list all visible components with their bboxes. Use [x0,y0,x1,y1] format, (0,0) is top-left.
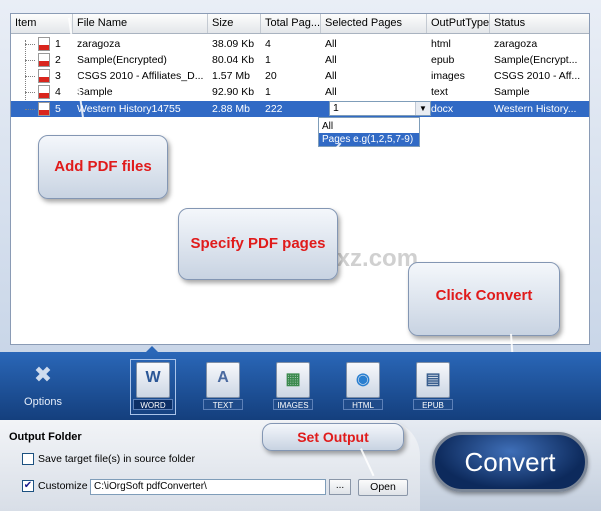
word-icon: W [136,362,170,398]
column-header-selected-pages[interactable]: Selected Pages [321,14,427,33]
row-selected-pages[interactable]: All [321,36,427,52]
row-status: Western History... [494,103,577,115]
row-file-name: Sample(Encrypted) [77,54,167,66]
tree-branch [25,109,35,110]
row-size: 80.04 Kb [212,54,255,66]
convert-button[interactable]: Convert [432,432,588,492]
table-row-selected[interactable]: 5 Western History14755 2.88 Mb 222 1 ▼ d… [11,101,589,117]
column-header-output-type[interactable]: OutPutType [427,14,490,33]
format-label: EPUB [413,399,453,410]
options-label: Options [24,396,62,408]
format-label: IMAGES [273,399,313,410]
column-header-status[interactable]: Status [490,14,589,33]
format-images-button[interactable]: ▦ IMAGES [273,362,313,412]
row-item-number: 1 [55,38,61,50]
row-file-name: zaragoza [77,38,121,50]
row-status: Sample(Encrypt... [494,54,578,66]
format-html-button[interactable]: ◉ HTML [343,362,383,412]
row-status: zaragoza [494,38,538,50]
save-source-checkbox[interactable] [22,453,34,465]
row-selected-pages[interactable]: All [321,68,427,84]
callout-set-output: Set Output [262,423,404,451]
row-output-type: docx [431,103,454,115]
tree-branch [25,60,35,61]
row-total-pages: 1 [265,86,271,98]
row-file-name: CSGS 2010 - Affiliates_D... [77,70,204,82]
table-row[interactable]: 3 CSGS 2010 - Affiliates_D... 1.57 Mb 20… [11,68,589,84]
html-globe-icon: ◉ [346,362,380,398]
callout-text: Set Output [297,429,369,445]
selected-pages-dropdown[interactable]: All Pages e.g(1,2,5,7-9) [318,117,420,147]
open-folder-button[interactable]: Open [358,479,408,496]
tools-icon: ✖ [33,362,53,387]
row-item-number: 3 [55,70,61,82]
callout-specify-pdf-pages: Specify PDF pages [178,208,338,280]
callout-text: Add PDF files [54,158,152,175]
tree-branch [25,44,35,45]
format-epub-button[interactable]: ▤ EPUB [413,362,453,412]
table-row[interactable]: 1 zaragoza 38.09 Kb 4 All html zaragoza [11,36,589,52]
pdf-file-icon [38,69,50,83]
tree-branch [25,76,35,77]
column-header-item[interactable]: Item [11,14,73,33]
options-button[interactable]: ✖ Options [20,360,66,412]
dropdown-option-all[interactable]: All [319,120,419,133]
pdf-file-icon [38,53,50,67]
customize-checkbox[interactable]: ✔ [22,480,34,492]
save-source-label: Save target file(s) in source folder [38,453,195,465]
epub-icon: ▤ [416,362,450,398]
row-output-type: images [431,70,465,82]
callout-add-pdf-files: Add PDF files [38,135,168,199]
row-size: 38.09 Kb [212,38,255,50]
format-label: HTML [343,399,383,410]
pdf-file-icon [38,37,50,51]
row-item-number: 2 [55,54,61,66]
row-status: CSGS 2010 - Aff... [494,70,581,82]
browse-button[interactable]: ... [329,479,351,495]
row-selected-pages[interactable]: All [321,52,427,68]
row-output-type: html [431,38,451,50]
row-item-number: 4 [55,86,61,98]
format-text-button[interactable]: A TEXT [203,362,243,412]
row-size: 92.90 Kb [212,86,255,98]
selected-pages-combobox[interactable]: 1 ▼ [329,101,431,116]
row-file-name: Western History14755 [77,103,181,115]
column-header-size[interactable]: Size [208,14,261,33]
output-path-field[interactable]: C:\iOrgSoft pdfConverter\ [90,479,326,495]
column-header-total-pages[interactable]: Total Pag... [261,14,321,33]
pdf-converter-window: Item File Name Size Total Pag... Selecte… [0,0,601,511]
row-total-pages: 1 [265,54,271,66]
output-folder-title: Output Folder [9,431,82,443]
row-status: Sample [494,86,530,98]
dropdown-option-pages-range[interactable]: Pages e.g(1,2,5,7-9) [319,133,419,146]
format-label: WORD [133,399,173,410]
row-size: 1.57 Mb [212,70,250,82]
file-list-header: Item File Name Size Total Pag... Selecte… [11,14,589,34]
row-output-type: text [431,86,448,98]
format-word-button[interactable]: W WORD [130,359,176,415]
pdf-file-icon [38,102,50,116]
row-file-name: Sample [77,86,113,98]
row-output-type: epub [431,54,455,66]
text-icon: A [206,362,240,398]
row-total-pages: 20 [265,70,277,82]
row-item-number: 5 [55,103,61,115]
table-row[interactable]: 4 Sample 92.90 Kb 1 All text Sample [11,84,589,100]
row-size: 2.88 Mb [212,103,250,115]
active-tab-indicator [145,346,159,353]
format-label: TEXT [203,399,243,410]
table-row[interactable]: 2 Sample(Encrypted) 80.04 Kb 1 All epub … [11,52,589,68]
images-icon: ▦ [276,362,310,398]
customize-label: Customize [38,480,88,492]
row-total-pages: 4 [265,38,271,50]
row-total-pages: 222 [265,103,283,115]
callout-text: Click Convert [435,287,533,304]
row-selected-pages[interactable]: All [321,84,427,100]
callout-text: Specify PDF pages [190,235,326,252]
selected-pages-value: 1 [333,102,339,114]
callout-click-convert: Click Convert [408,262,560,336]
pdf-file-icon [38,85,50,99]
column-header-file-name[interactable]: File Name [73,14,208,33]
tree-branch [25,92,35,93]
